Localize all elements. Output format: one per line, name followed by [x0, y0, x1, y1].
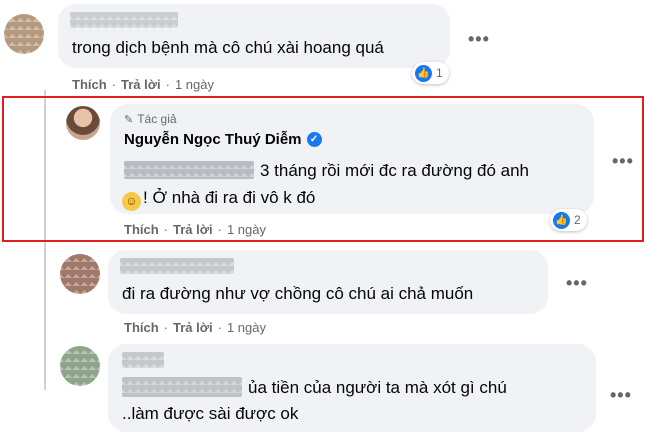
reply-link[interactable]: Trả lời: [173, 320, 213, 335]
like-link[interactable]: Thích: [72, 77, 107, 92]
reply-link[interactable]: Trả lời: [121, 77, 161, 92]
grinning-emoji-icon: ☺: [122, 192, 141, 211]
like-icon: 👍: [553, 211, 570, 229]
author-comment-actions: Thích · Trả lời · 1 ngày: [124, 222, 266, 237]
comment-line-2: ..làm được sài được ok: [122, 404, 299, 423]
comment-time[interactable]: 1 ngày: [227, 222, 266, 237]
comment-line-1: ủa tiền của người ta mà xót gì chú: [248, 378, 507, 397]
comment-text: đi ra đường như vợ chồng cô chú ai chả m…: [122, 284, 474, 303]
author-comment-line-1: 3 tháng rồi mới đc ra đường đó anh: [260, 161, 529, 180]
commenter-avatar[interactable]: [60, 346, 100, 386]
author-badge: ✎ Tác giả: [124, 112, 177, 126]
pencil-icon: ✎: [124, 113, 134, 126]
reply-link[interactable]: Trả lời: [173, 222, 213, 237]
comment-text: trong dịch bệnh mà cô chú xài hoang quá: [72, 38, 384, 57]
reaction-summary[interactable]: 👍 1: [412, 62, 449, 84]
more-options-icon[interactable]: •••: [610, 386, 632, 404]
redacted-mention: [124, 161, 254, 179]
like-link[interactable]: Thích: [124, 222, 159, 237]
comment-time[interactable]: 1 ngày: [227, 320, 266, 335]
redacted-mention: [122, 377, 242, 397]
redacted-commenter-name: [70, 12, 178, 28]
more-options-icon[interactable]: •••: [566, 274, 588, 292]
like-link[interactable]: Thích: [124, 320, 159, 335]
reaction-count: 1: [436, 66, 443, 80]
author-avatar[interactable]: [66, 106, 100, 140]
more-options-icon[interactable]: •••: [468, 30, 490, 48]
verified-badge-icon: ✓: [306, 132, 322, 147]
reaction-count: 2: [574, 213, 581, 227]
comment-actions: Thích · Trả lời · 1 ngày: [72, 77, 214, 92]
like-icon: 👍: [415, 64, 432, 82]
author-name[interactable]: Nguyễn Ngọc Thuý Diễm ✓: [124, 131, 322, 148]
reaction-summary[interactable]: 👍 2: [550, 209, 587, 231]
author-comment-line-2: ☺! Ở nhà đi ra đi vô k đó: [122, 188, 315, 211]
comment-time[interactable]: 1 ngày: [175, 77, 214, 92]
redacted-commenter-name: [122, 352, 164, 368]
comment-actions: Thích · Trả lời · 1 ngày: [124, 320, 266, 335]
redacted-commenter-name: [120, 258, 234, 274]
commenter-avatar[interactable]: [60, 254, 100, 294]
commenter-avatar[interactable]: [4, 14, 44, 54]
more-options-icon[interactable]: •••: [612, 152, 634, 170]
